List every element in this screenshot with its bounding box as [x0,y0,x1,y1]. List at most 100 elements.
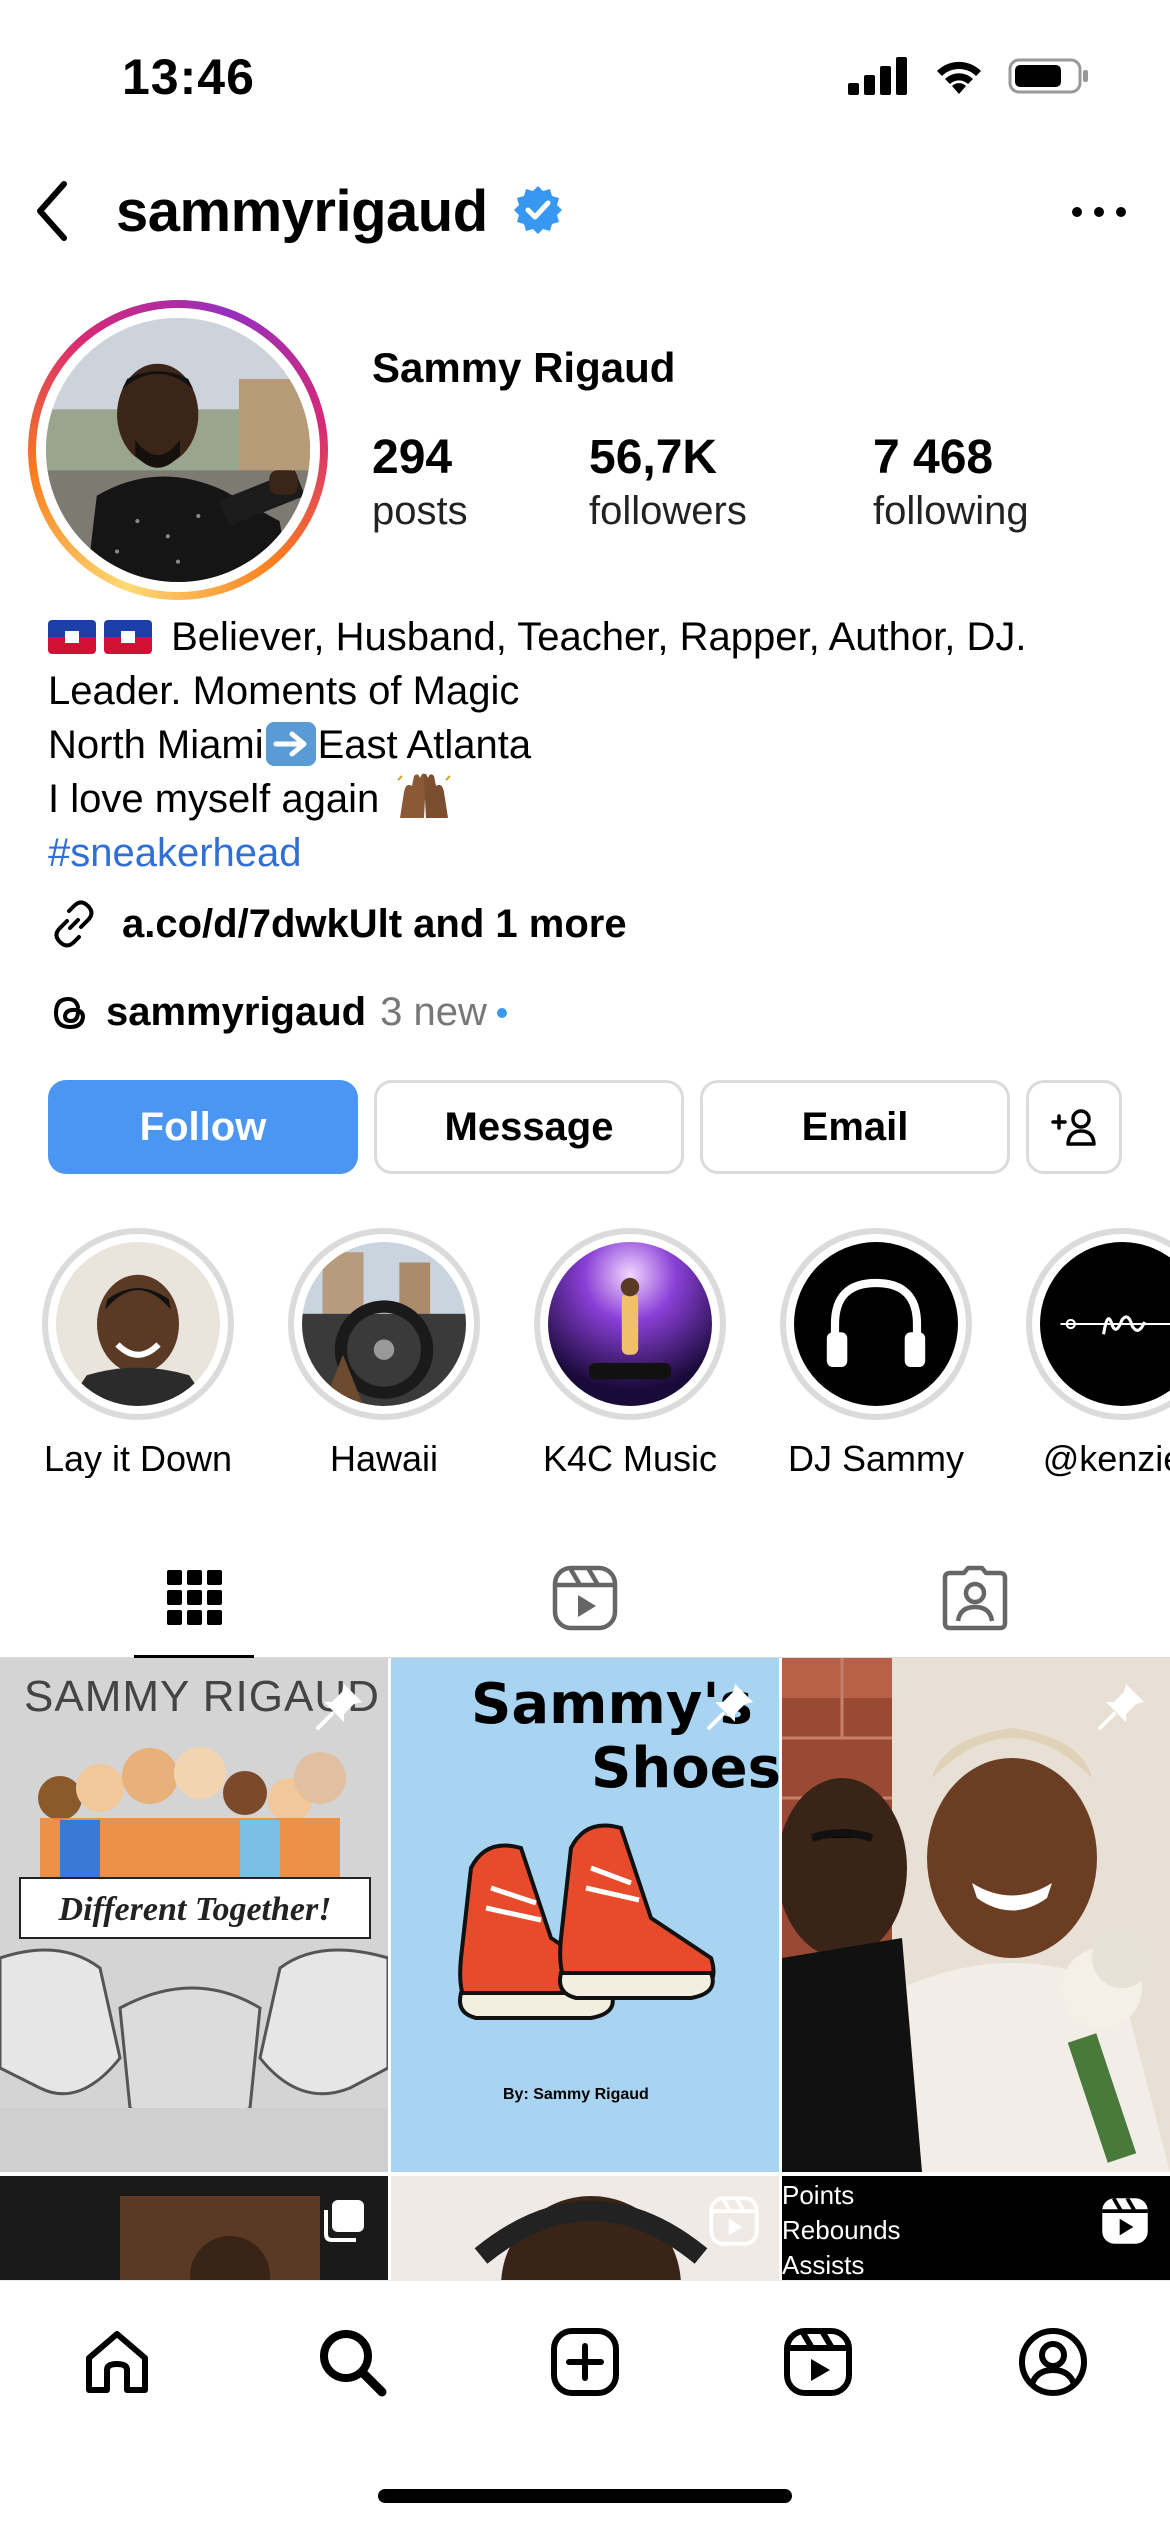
more-options-button[interactable] [1064,182,1134,242]
battery-icon [1008,58,1088,94]
post-byline: By: Sammy Rigaud [503,2086,649,2103]
highlight-label: Hawaii [329,1438,439,1478]
tab-posts-grid[interactable] [0,1538,390,1659]
threads-badge[interactable]: sammyrigaud 3 new [48,990,507,1035]
highlight-dj-sammy[interactable]: DJ Sammy [776,1228,976,1478]
bio-line-4: I love myself again [48,770,1138,826]
grid-post[interactable]: Points Rebounds Assists [782,2176,1170,2280]
nav-profile[interactable] [1008,2317,1098,2407]
haiti-flag-icon [104,620,152,654]
highlight-k4c-music[interactable]: K4C Music [530,1228,730,1478]
highlight-image [548,1242,712,1406]
grid-post[interactable] [391,2176,779,2280]
story-highlights: Lay it Down Hawaii K4C Music DJ Sammy @k… [0,1228,1170,1478]
verified-badge-icon [512,184,564,241]
stat-followers[interactable]: 56,7K followers [589,430,747,536]
reels-icon [552,1565,618,1631]
external-link[interactable]: a.co/d/7dwkUlt and 1 more [48,898,627,950]
carousel-icon [324,2200,364,2242]
highlight-image [302,1242,466,1406]
highlight-kenzies[interactable]: @kenzies [1022,1228,1170,1478]
nav-search[interactable] [307,2317,397,2407]
nav-reels[interactable] [773,2317,863,2407]
add-person-icon [1051,1109,1096,1146]
grid-post[interactable]: Sammy's Shoes By: Sammy Rigaud [391,1658,779,2172]
posts-grid: SAMMY RIGAUD Different Together! Sammy's… [0,1658,1170,2280]
bio-text: Believer, Husband, Teacher, Rapper, Auth… [171,615,1027,659]
more-dots-icon [1072,207,1126,217]
message-button[interactable]: Message [374,1080,684,1174]
profile-header: sammyrigaud [0,160,1170,260]
status-time: 13:46 [122,49,255,105]
sneakers-illustration [458,1823,716,2020]
home-indicator [378,2489,792,2503]
bio-line-2: Leader. Moments of Magic [48,669,520,713]
bio-text: North Miami [48,723,264,767]
link-text: a.co/d/7dwkUlt and 1 more [122,901,627,946]
stat-label: posts [372,489,468,533]
haiti-flag-icon [48,620,96,654]
bio: Believer, Husband, Teacher, Rapper, Auth… [48,610,1138,880]
header-username: sammyrigaud [116,179,488,244]
status-icons [848,56,1090,96]
post-banner: Different Together! [58,1891,332,1928]
stat-label: followers [589,489,747,533]
stat-value: 294 [372,431,453,484]
highlight-label: Lay it Down [43,1438,233,1478]
display-name: Sammy Rigaud [372,344,676,391]
stat-value: 56,7K [589,431,718,484]
reels-icon [784,2328,852,2396]
email-button[interactable]: Email [700,1080,1010,1174]
hashtag-link[interactable]: #sneakerhead [48,826,1138,880]
post-stat-line: Rebounds [782,2215,901,2245]
reels-icon [709,2196,759,2246]
grid-post[interactable]: SAMMY RIGAUD Different Together! [0,1658,388,2172]
bio-line-1: Believer, Husband, Teacher, Rapper, Auth… [48,610,1138,664]
tagged-icon [942,1565,1008,1631]
back-button[interactable] [22,176,82,246]
highlight-label: K4C Music [542,1438,718,1478]
add-post-icon [551,2328,619,2396]
new-indicator-dot [496,1007,507,1018]
bio-text: East Atlanta [317,723,532,767]
highlight-image [56,1242,220,1406]
post-stat-line: Assists [782,2250,865,2280]
cellular-signal-icon [848,57,907,95]
stat-label: following [873,489,1029,533]
bio-line-3: North Miami East Atlanta [48,718,1138,772]
highlight-hawaii[interactable]: Hawaii [284,1228,484,1478]
post-subtitle: Shoes [591,1736,779,1801]
right-arrow-icon [265,722,316,766]
post-stats-text: Points Rebounds Assists [782,2178,901,2280]
grid-post[interactable] [782,1658,1170,2172]
avatar-photo [46,318,310,582]
follow-button[interactable]: Follow [48,1080,358,1174]
link-icon [54,900,94,948]
bottom-navigation [0,2280,1170,2532]
grid-post[interactable] [0,2176,388,2280]
nav-home[interactable] [72,2317,162,2407]
highlight-lay-it-down[interactable]: Lay it Down [38,1228,238,1478]
reels-icon [1102,2197,1148,2244]
stat-value: 7 468 [873,431,994,484]
search-icon [320,2330,387,2397]
suggested-users-button[interactable] [1026,1080,1122,1174]
threads-icon [53,996,86,1029]
nav-create[interactable] [540,2317,630,2407]
threads-new-count: 3 new [380,990,487,1034]
highlight-label: DJ Sammy [787,1438,964,1478]
tab-tagged[interactable] [780,1538,1170,1658]
profile-tabs [0,1538,1170,1659]
wifi-icon [937,61,981,94]
stat-posts[interactable]: 294 posts [372,430,468,536]
highlight-image [1040,1242,1170,1406]
stat-following[interactable]: 7 468 following [873,430,1029,536]
tab-reels[interactable] [390,1538,780,1658]
grid-icon [167,1570,222,1625]
profile-avatar[interactable] [28,300,328,600]
raised-hands-icon [396,770,452,822]
home-icon [86,2331,148,2393]
pinned-icon [1098,1684,1144,1730]
pinned-icon [707,1684,753,1730]
pinned-icon [316,1684,362,1730]
